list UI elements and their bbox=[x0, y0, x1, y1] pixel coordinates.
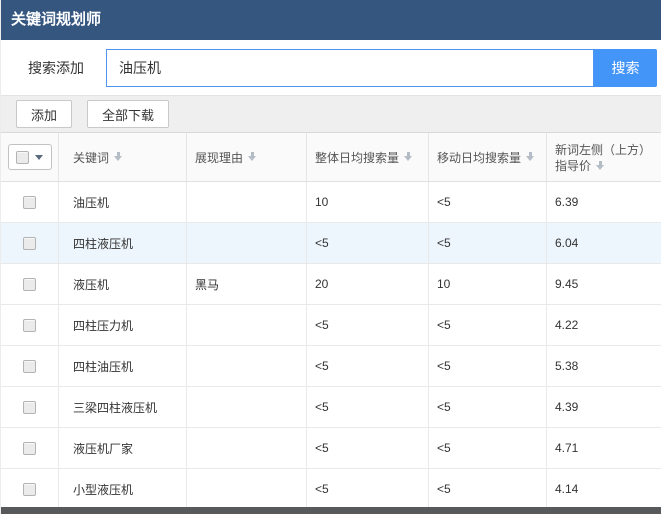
row-checkbox-cell bbox=[1, 305, 59, 345]
row-checkbox[interactable] bbox=[23, 278, 36, 291]
row-checkbox[interactable] bbox=[23, 319, 36, 332]
keyword-planner-window: 关键词规划师 搜索添加 搜索 添加 全部下载 关键词 展现理由 bbox=[0, 0, 661, 514]
reason-cell bbox=[187, 305, 307, 345]
download-all-button[interactable]: 全部下载 bbox=[87, 100, 169, 128]
keyword-cell: 液压机 bbox=[59, 264, 187, 304]
sort-down-icon[interactable] bbox=[596, 161, 604, 170]
keyword-cell: 液压机厂家 bbox=[59, 428, 187, 468]
guide-price-cell: 4.14 bbox=[547, 469, 661, 509]
title-bar: 关键词规划师 bbox=[1, 0, 661, 40]
toolbar: 添加 全部下载 bbox=[1, 96, 661, 133]
mobile-volume-column-header[interactable]: 移动日均搜索量 bbox=[429, 133, 547, 181]
bottom-edge-bar bbox=[1, 507, 661, 514]
table-body: 油压机 10 <5 6.39 四柱液压机 <5 <5 6.04 液压机 黑马 2… bbox=[1, 182, 661, 510]
overall-volume-cell: 10 bbox=[307, 182, 429, 222]
row-checkbox-cell bbox=[1, 469, 59, 509]
mobile-volume-cell: <5 bbox=[429, 305, 547, 345]
table-row: 三梁四柱液压机 <5 <5 4.39 bbox=[1, 387, 661, 428]
row-checkbox-cell bbox=[1, 428, 59, 468]
keyword-column-header[interactable]: 关键词 bbox=[59, 133, 187, 181]
search-section: 搜索添加 搜索 bbox=[1, 40, 661, 96]
row-checkbox-cell bbox=[1, 264, 59, 304]
overall-volume-cell: <5 bbox=[307, 346, 429, 386]
overall-volume-cell: <5 bbox=[307, 469, 429, 509]
guide-price-cell: 4.71 bbox=[547, 428, 661, 468]
sort-down-icon[interactable] bbox=[404, 152, 412, 161]
guide-price-cell: 9.45 bbox=[547, 264, 661, 304]
chevron-down-icon bbox=[35, 155, 43, 160]
mobile-volume-cell: <5 bbox=[429, 428, 547, 468]
row-checkbox-cell bbox=[1, 223, 59, 263]
overall-volume-cell: <5 bbox=[307, 428, 429, 468]
mobile-volume-cell: <5 bbox=[429, 182, 547, 222]
reason-cell bbox=[187, 469, 307, 509]
mobile-volume-cell: <5 bbox=[429, 469, 547, 509]
add-button[interactable]: 添加 bbox=[16, 100, 72, 128]
guide-price-column-header[interactable]: 新词左侧（上方）指导价 bbox=[547, 133, 661, 181]
search-input[interactable] bbox=[106, 49, 594, 87]
reason-cell bbox=[187, 346, 307, 386]
keyword-cell: 四柱压力机 bbox=[59, 305, 187, 345]
overall-volume-cell: <5 bbox=[307, 387, 429, 427]
row-checkbox[interactable] bbox=[23, 401, 36, 414]
reason-cell bbox=[187, 387, 307, 427]
guide-price-cell: 4.39 bbox=[547, 387, 661, 427]
select-all-checkbox[interactable] bbox=[16, 151, 29, 164]
row-checkbox-cell bbox=[1, 387, 59, 427]
mobile-volume-cell: <5 bbox=[429, 387, 547, 427]
reason-cell bbox=[187, 428, 307, 468]
overall-volume-cell: <5 bbox=[307, 305, 429, 345]
keyword-cell: 油压机 bbox=[59, 182, 187, 222]
sort-down-icon[interactable] bbox=[248, 152, 256, 161]
table-row: 油压机 10 <5 6.39 bbox=[1, 182, 661, 223]
row-checkbox[interactable] bbox=[23, 360, 36, 373]
guide-price-cell: 6.04 bbox=[547, 223, 661, 263]
sort-down-icon[interactable] bbox=[114, 152, 122, 161]
keyword-cell: 四柱油压机 bbox=[59, 346, 187, 386]
overall-volume-column-header[interactable]: 整体日均搜索量 bbox=[307, 133, 429, 181]
keyword-cell: 四柱液压机 bbox=[59, 223, 187, 263]
keyword-cell: 三梁四柱液压机 bbox=[59, 387, 187, 427]
select-all-dropdown[interactable] bbox=[8, 144, 52, 170]
overall-volume-cell: 20 bbox=[307, 264, 429, 304]
guide-price-cell: 6.39 bbox=[547, 182, 661, 222]
keyword-cell: 小型液压机 bbox=[59, 469, 187, 509]
mobile-volume-cell: 10 bbox=[429, 264, 547, 304]
row-checkbox[interactable] bbox=[23, 483, 36, 496]
guide-price-cell: 4.22 bbox=[547, 305, 661, 345]
select-all-header-cell bbox=[1, 133, 59, 181]
table-header-row: 关键词 展现理由 整体日均搜索量 移动日均搜索量 新词左侧（上方）指导价 bbox=[1, 133, 661, 182]
table-row: 小型液压机 <5 <5 4.14 bbox=[1, 469, 661, 510]
table-row: 四柱油压机 <5 <5 5.38 bbox=[1, 346, 661, 387]
row-checkbox[interactable] bbox=[23, 442, 36, 455]
row-checkbox-cell bbox=[1, 182, 59, 222]
row-checkbox-cell bbox=[1, 346, 59, 386]
page-title: 关键词规划师 bbox=[11, 11, 101, 28]
reason-cell: 黑马 bbox=[187, 264, 307, 304]
reason-cell bbox=[187, 223, 307, 263]
search-button[interactable]: 搜索 bbox=[594, 49, 657, 87]
table-row: 液压机 黑马 20 10 9.45 bbox=[1, 264, 661, 305]
mobile-volume-cell: <5 bbox=[429, 223, 547, 263]
reason-column-header[interactable]: 展现理由 bbox=[187, 133, 307, 181]
table-row: 四柱压力机 <5 <5 4.22 bbox=[1, 305, 661, 346]
sort-down-icon[interactable] bbox=[526, 152, 534, 161]
table-row: 四柱液压机 <5 <5 6.04 bbox=[1, 223, 661, 264]
guide-price-cell: 5.38 bbox=[547, 346, 661, 386]
search-add-label: 搜索添加 bbox=[28, 58, 106, 78]
overall-volume-cell: <5 bbox=[307, 223, 429, 263]
row-checkbox[interactable] bbox=[23, 196, 36, 209]
mobile-volume-cell: <5 bbox=[429, 346, 547, 386]
reason-cell bbox=[187, 182, 307, 222]
table-row: 液压机厂家 <5 <5 4.71 bbox=[1, 428, 661, 469]
row-checkbox[interactable] bbox=[23, 237, 36, 250]
keyword-table: 关键词 展现理由 整体日均搜索量 移动日均搜索量 新词左侧（上方）指导价 bbox=[1, 133, 661, 510]
